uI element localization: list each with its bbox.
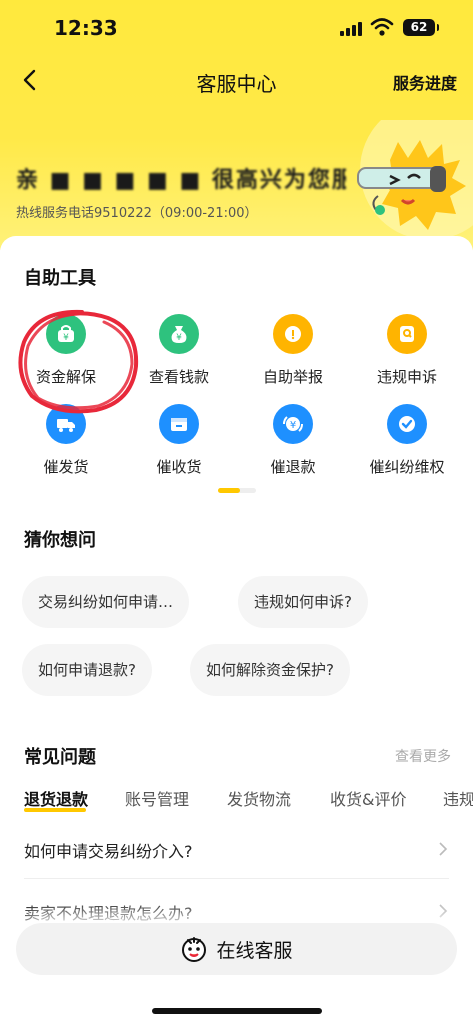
online-service-label: 在线客服 — [216, 939, 293, 962]
tool-label: 催纠纷维权 — [369, 458, 445, 476]
tool-urge-dispute[interactable]: 催纠纷维权 — [352, 404, 462, 477]
tool-label: 资金解保 — [35, 368, 96, 386]
divider — [24, 878, 449, 879]
signal-icon — [340, 22, 364, 36]
wifi-icon — [370, 18, 394, 36]
hotline-text: 热线服务电话9510222（09:00-21:00） — [16, 206, 258, 221]
self-service-title: 自助工具 — [24, 268, 96, 289]
tool-label: 自助举报 — [262, 368, 323, 386]
see-more-link[interactable]: 查看更多 — [395, 746, 451, 766]
tab-receipt-review[interactable]: 收货&评价 — [330, 786, 406, 810]
appeal-icon — [387, 314, 427, 354]
header-banner: 12:33 62 客服中心 服务进度 亲 ■ ■ ■ ■ ■ 很高兴为您服务 热… — [0, 0, 473, 250]
tool-urge-refund[interactable]: ¥ 催退款 — [238, 404, 348, 477]
svg-text:¥: ¥ — [176, 333, 182, 343]
svg-text:¥: ¥ — [290, 420, 296, 431]
faq-row[interactable]: 如何申请交易纠纷介入? — [24, 818, 449, 878]
guess-chip[interactable]: 如何申请退款? — [22, 644, 152, 696]
tab-account[interactable]: 账号管理 — [125, 786, 189, 810]
svg-text:¥: ¥ — [63, 333, 69, 343]
mascot-image — [357, 120, 473, 240]
truck-icon — [46, 404, 86, 444]
tab-return-refund[interactable]: 退货退款 — [24, 786, 88, 810]
chevron-right-icon — [439, 842, 448, 856]
tool-label: 催收货 — [156, 458, 202, 476]
chevron-right-icon — [439, 904, 448, 918]
service-progress-link[interactable]: 服务进度 — [393, 70, 457, 94]
tool-label: 催发货 — [43, 458, 89, 476]
tool-fund-unlock[interactable]: ¥ 资金解保 — [11, 314, 121, 387]
faq-question: 卖家不处理退款怎么办? — [24, 904, 193, 923]
tool-view-money[interactable]: ¥ 查看钱款 — [124, 314, 234, 387]
content-card: 自助工具 ¥ 资金解保 ¥ 查看钱款 自助举报 违规申诉 催发货 催收货 ¥ 催… — [0, 236, 473, 1024]
nav-bar: 客服中心 服务进度 — [0, 54, 473, 106]
tool-violation-appeal[interactable]: 违规申诉 — [352, 314, 462, 387]
money-bag-icon: ¥ — [159, 314, 199, 354]
status-time: 12:33 — [54, 16, 118, 40]
fund-unlock-icon: ¥ — [46, 314, 86, 354]
mascot-face-icon — [182, 937, 207, 962]
refund-icon: ¥ — [273, 404, 313, 444]
tab-shipping[interactable]: 发货物流 — [227, 786, 291, 810]
battery-icon: 62 — [403, 19, 439, 36]
page-indicator — [218, 488, 256, 493]
tool-urge-shipping[interactable]: 催发货 — [11, 404, 121, 477]
report-icon — [273, 314, 313, 354]
guess-chip[interactable]: 如何解除资金保护? — [190, 644, 350, 696]
tool-self-report[interactable]: 自助举报 — [238, 314, 348, 387]
check-shield-icon — [387, 404, 427, 444]
tab-violation[interactable]: 违规 — [443, 786, 473, 810]
status-bar: 12:33 62 — [0, 0, 473, 54]
package-icon — [159, 404, 199, 444]
tool-label: 催退款 — [270, 458, 316, 476]
guess-title: 猜你想问 — [24, 530, 96, 551]
faq-question: 如何申请交易纠纷介入? — [24, 842, 193, 861]
guess-chip[interactable]: 交易纠纷如何申请… — [22, 576, 190, 628]
active-tab-indicator — [24, 808, 86, 812]
online-service-button[interactable]: 在线客服 — [16, 923, 457, 975]
tool-label: 查看钱款 — [148, 368, 209, 386]
home-indicator — [152, 1008, 322, 1014]
faq-title: 常见问题 — [24, 747, 96, 768]
guess-chip[interactable]: 违规如何申诉? — [238, 576, 368, 628]
tool-label: 违规申诉 — [376, 368, 437, 386]
tool-urge-receipt[interactable]: 催收货 — [124, 404, 234, 477]
